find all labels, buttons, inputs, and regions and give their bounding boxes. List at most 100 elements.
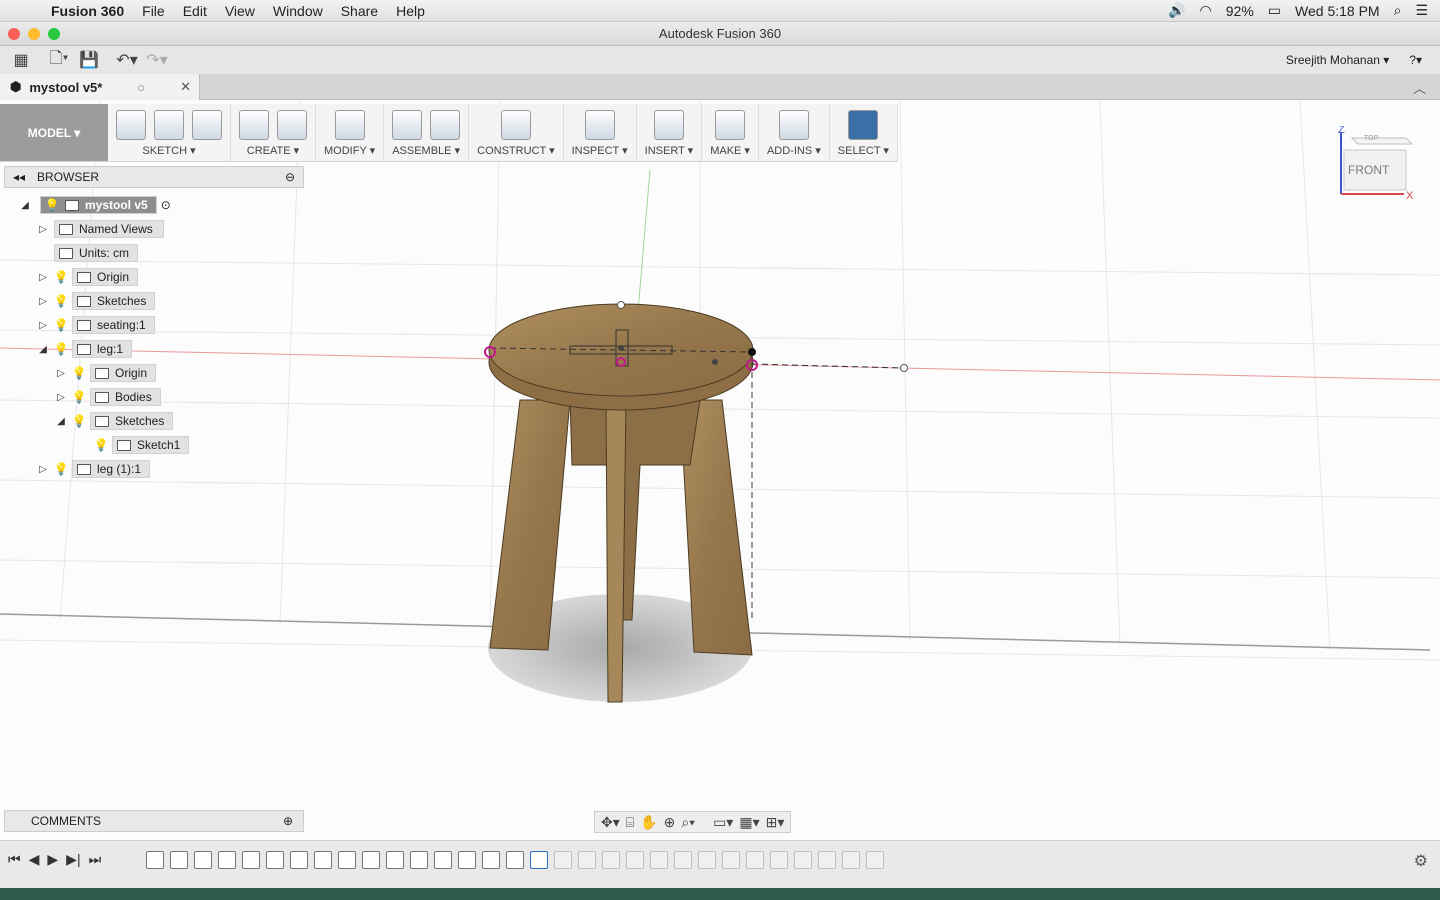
expand-triangle-icon[interactable]: ▷ [36,318,50,332]
visibility-bulb-icon[interactable]: 💡 [54,318,69,332]
timeline-feature[interactable] [434,851,452,869]
wifi-icon[interactable]: ◠ [1200,2,1212,19]
spotlight-icon[interactable]: ⌕ [1394,2,1402,19]
visibility-bulb-icon[interactable]: 💡 [54,462,69,476]
view-cube[interactable]: TOP FRONT Z X [1338,126,1418,202]
browser-row-leg-sketches[interactable]: ◢ 💡 Sketches [54,411,174,431]
document-tab[interactable]: ⬢ mystool v5* ○ ✕ [0,74,200,100]
select-icon[interactable] [848,110,879,140]
visibility-bulb-icon[interactable]: 💡 [94,438,109,452]
close-tab-icon[interactable]: ✕ [180,79,191,95]
timeline-feature-suppressed[interactable] [674,851,692,869]
browser-row-seating[interactable]: ▷ 💡 seating:1 [36,315,155,335]
volume-icon[interactable]: 🔊 [1168,2,1185,19]
grid-settings-icon[interactable]: ▦▾ [739,814,759,831]
viewcube-front-label[interactable]: FRONT [1348,163,1390,177]
collapse-triangle-icon[interactable]: ◢ [18,198,32,212]
menu-file[interactable]: File [133,0,174,22]
look-at-icon[interactable]: ⌸ [626,814,634,831]
scripts-icon[interactable] [778,110,809,140]
fit-icon[interactable]: ⌕▾ [681,814,695,831]
canvas-viewport[interactable] [0,99,1440,840]
inspect-menu[interactable]: INSPECT ▾ [572,144,628,157]
browser-header[interactable]: ◂◂ BROWSER ⊖ [4,166,304,188]
browser-row-units[interactable]: Units: cm [54,243,139,263]
browser-row-leg1[interactable]: ▷ 💡 leg (1):1 [36,459,151,479]
timeline-feature-suppressed[interactable] [578,851,596,869]
bodies-node[interactable]: Bodies [90,388,161,406]
visibility-bulb-icon[interactable]: 💡 [45,198,60,212]
addins-group[interactable]: ADD-INS ▾ [759,104,830,161]
zoom-icon[interactable]: ⊕ [664,814,676,831]
browser-minimize-icon[interactable]: ⊖ [285,170,295,184]
assemble-group[interactable]: ASSEMBLE ▾ [384,104,470,161]
timeline-feature-suppressed[interactable] [698,851,716,869]
timeline-feature[interactable] [170,851,188,869]
menu-window[interactable]: Window [264,0,332,22]
timeline-marker[interactable] [530,851,548,869]
press-pull-icon[interactable] [334,110,365,140]
browser-row-bodies[interactable]: ▷ 💡 Bodies [54,387,161,407]
browser-row-leg-origin[interactable]: ▷ 💡 Origin [54,363,157,383]
timeline-feature[interactable] [362,851,380,869]
expand-triangle-icon[interactable]: ▷ [54,366,68,380]
timeline-feature[interactable] [506,851,524,869]
insert-menu[interactable]: INSERT ▾ [645,144,694,157]
collapse-toolbar-icon[interactable]: ︿ [1413,78,1426,97]
timeline-feature[interactable] [314,851,332,869]
select-group[interactable]: SELECT ▾ [830,104,898,161]
timeline-end-icon[interactable]: ⏭ [89,851,102,868]
menu-edit[interactable]: Edit [174,0,216,22]
collapse-triangle-icon[interactable]: ◢ [36,342,50,356]
modify-menu[interactable]: MODIFY ▾ [324,144,375,157]
timeline-feature[interactable] [242,851,260,869]
visibility-bulb-icon[interactable]: 💡 [72,390,87,404]
close-window-button[interactable] [8,28,20,40]
save-icon[interactable]: 💾 [74,48,104,72]
leg1-component-node[interactable]: leg (1):1 [72,460,151,478]
visibility-bulb-icon[interactable]: 💡 [72,414,87,428]
stool-leg-back[interactable] [569,399,701,621]
clock[interactable]: Wed 5:18 PM [1295,3,1380,19]
origin-node[interactable]: Origin [72,268,139,286]
create-group[interactable]: CREATE ▾ [231,104,316,161]
menu-share[interactable]: Share [332,0,387,22]
collapse-triangle-icon[interactable]: ◢ [54,414,68,428]
battery-icon[interactable]: ▭ [1268,2,1281,19]
spline-icon[interactable] [154,110,184,140]
root-component[interactable]: 💡 mystool v5 [40,196,157,214]
timeline-feature-suppressed[interactable] [794,851,812,869]
leg-component-node[interactable]: leg:1 [72,340,133,358]
joint-icon[interactable] [430,110,461,140]
timeline-start-icon[interactable]: ⏮ [8,851,21,868]
visibility-bulb-icon[interactable]: 💡 [54,294,69,308]
3d-print-icon[interactable] [715,110,746,140]
select-menu[interactable]: SELECT ▾ [838,144,889,157]
minimize-window-button[interactable] [28,28,40,40]
menu-help[interactable]: Help [387,0,434,22]
orbit-icon[interactable]: ✥▾ [601,814,620,831]
construct-group[interactable]: CONSTRUCT ▾ [469,104,564,161]
browser-row-origin[interactable]: ▷ 💡 Origin [36,267,139,287]
display-settings-icon[interactable]: ▭▾ [713,814,733,831]
browser-row-sketch1[interactable]: 💡 Sketch1 [94,435,190,455]
timeline-feature-suppressed[interactable] [770,851,788,869]
file-menu-icon[interactable]: 🗋▾ [44,48,74,72]
offset-plane-icon[interactable] [500,110,531,140]
timeline-feature[interactable] [482,851,500,869]
inspect-group[interactable]: INSPECT ▾ [564,104,637,161]
sketch-group[interactable]: SKETCH ▾ [108,104,231,161]
add-comment-icon[interactable]: ⊕ [283,814,293,828]
menu-app-name[interactable]: Fusion 360 [42,0,133,22]
collapse-browser-icon[interactable]: ◂◂ [13,170,25,184]
viewports-icon[interactable]: ⊞▾ [766,814,785,831]
timeline-feature-suppressed[interactable] [866,851,884,869]
stool-leg-front[interactable] [605,399,627,703]
make-menu[interactable]: MAKE ▾ [710,144,750,157]
comments-panel-header[interactable]: COMMENTS ⊕ [4,810,304,832]
timeline-feature[interactable] [146,851,164,869]
leg-origin-node[interactable]: Origin [90,364,157,382]
timeline-feature[interactable] [386,851,404,869]
named-views-node[interactable]: Named Views [54,220,164,238]
extrude-icon[interactable] [239,110,269,140]
